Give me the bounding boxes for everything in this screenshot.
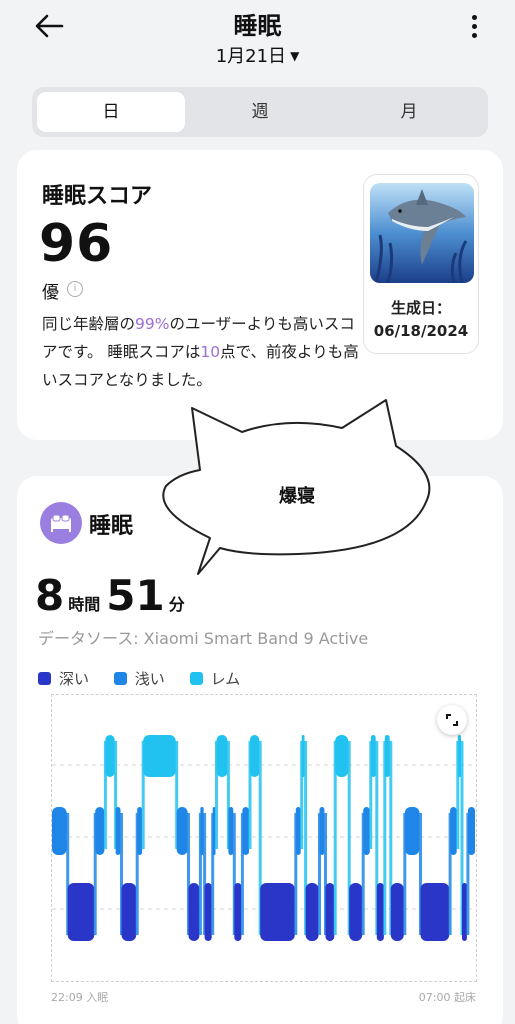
stage-segment-23 xyxy=(325,883,335,941)
date-label: 1月21日 xyxy=(215,46,287,67)
page-title: 睡眠 xyxy=(233,12,282,40)
stage-segment-29 xyxy=(384,735,390,777)
chart-legend: 深い 浅い レム xyxy=(38,668,260,689)
stage-segment-27 xyxy=(370,735,376,777)
tab-week[interactable]: 週 xyxy=(186,92,334,132)
badge-label: 生成日： xyxy=(390,299,451,317)
top-bar: 睡眠 1月21日 ▼ xyxy=(0,0,515,80)
stage-segment-20 xyxy=(301,735,305,777)
legend-light: 浅い xyxy=(113,668,165,689)
date-selector[interactable]: 1月21日 ▼ xyxy=(0,42,515,68)
expand-icon[interactable] xyxy=(437,705,467,735)
stage-segment-16 xyxy=(242,807,249,855)
wake-end-label: 07:00 起床 xyxy=(418,991,476,1004)
stage-segment-24 xyxy=(335,735,349,777)
sleep-stage-chart[interactable] xyxy=(51,694,477,982)
stage-segment-9 xyxy=(188,883,200,941)
sleep-title: 睡眠 xyxy=(89,514,134,539)
stage-segment-11 xyxy=(204,883,212,941)
stage-segment-31 xyxy=(404,807,420,855)
stage-segment-7 xyxy=(143,735,176,777)
info-icon[interactable]: i xyxy=(67,281,83,297)
stage-segment-26 xyxy=(363,807,370,855)
sleep-duration: 8 時間 51 分 xyxy=(35,571,185,620)
stage-segment-14 xyxy=(228,807,234,855)
stage-segment-0 xyxy=(52,807,67,855)
score-description: 同じ年齢層の99%のユーザーよりも高いスコアです。 睡眠スコアは10点で、前夜よ… xyxy=(42,315,359,389)
legend-rem: レム xyxy=(189,668,240,689)
stage-segment-22 xyxy=(319,807,325,855)
legend-deep: 深い xyxy=(38,668,89,689)
caret-down-icon: ▼ xyxy=(290,49,300,63)
stage-segment-6 xyxy=(137,807,143,855)
data-source: データソース: Xiaomi Smart Band 9 Active xyxy=(38,629,369,648)
score-title: 睡眠スコア xyxy=(42,184,153,209)
sleep-score-card[interactable]: 睡眠スコア 96 優 i 同じ年齢層の99%のユーザーよりも高いスコアです。 睡… xyxy=(17,150,503,440)
period-tabs: 日 週 月 xyxy=(32,87,488,137)
speech-bubble-text: 爆寝 xyxy=(279,486,315,507)
stage-segment-21 xyxy=(305,883,319,941)
bed-icon xyxy=(40,502,82,544)
stage-segment-19 xyxy=(295,807,301,855)
stage-segment-28 xyxy=(376,883,384,941)
stage-segment-2 xyxy=(95,807,105,855)
score-grade: 優 xyxy=(42,283,59,303)
stage-segment-25 xyxy=(349,883,363,941)
stage-segment-32 xyxy=(420,883,450,941)
stage-segment-13 xyxy=(216,735,228,777)
stage-segment-8 xyxy=(176,807,188,855)
more-vertical-icon[interactable] xyxy=(465,10,485,44)
stage-segment-18 xyxy=(260,883,295,941)
stage-segment-17 xyxy=(250,735,260,777)
generated-image-badge[interactable]: 生成日： 06/18/2024 xyxy=(363,174,479,354)
stage-segment-3 xyxy=(105,735,115,777)
stage-segment-33 xyxy=(450,807,457,855)
sleep-start-label: 22:09 入眠 xyxy=(51,991,109,1004)
badge-date: 06/18/2024 xyxy=(373,322,469,340)
stage-segment-4 xyxy=(115,807,121,855)
stage-segment-1 xyxy=(67,883,95,941)
tab-month[interactable]: 月 xyxy=(335,92,483,132)
stage-segment-35 xyxy=(462,883,467,941)
shark-image xyxy=(370,183,474,283)
tab-day[interactable]: 日 xyxy=(37,92,185,132)
sleep-stage-svg xyxy=(52,735,476,941)
stage-segment-36 xyxy=(467,807,475,855)
score-value: 96 xyxy=(39,214,114,274)
stage-segment-15 xyxy=(234,883,242,941)
stage-segment-5 xyxy=(121,883,137,941)
stage-segment-30 xyxy=(390,883,404,941)
